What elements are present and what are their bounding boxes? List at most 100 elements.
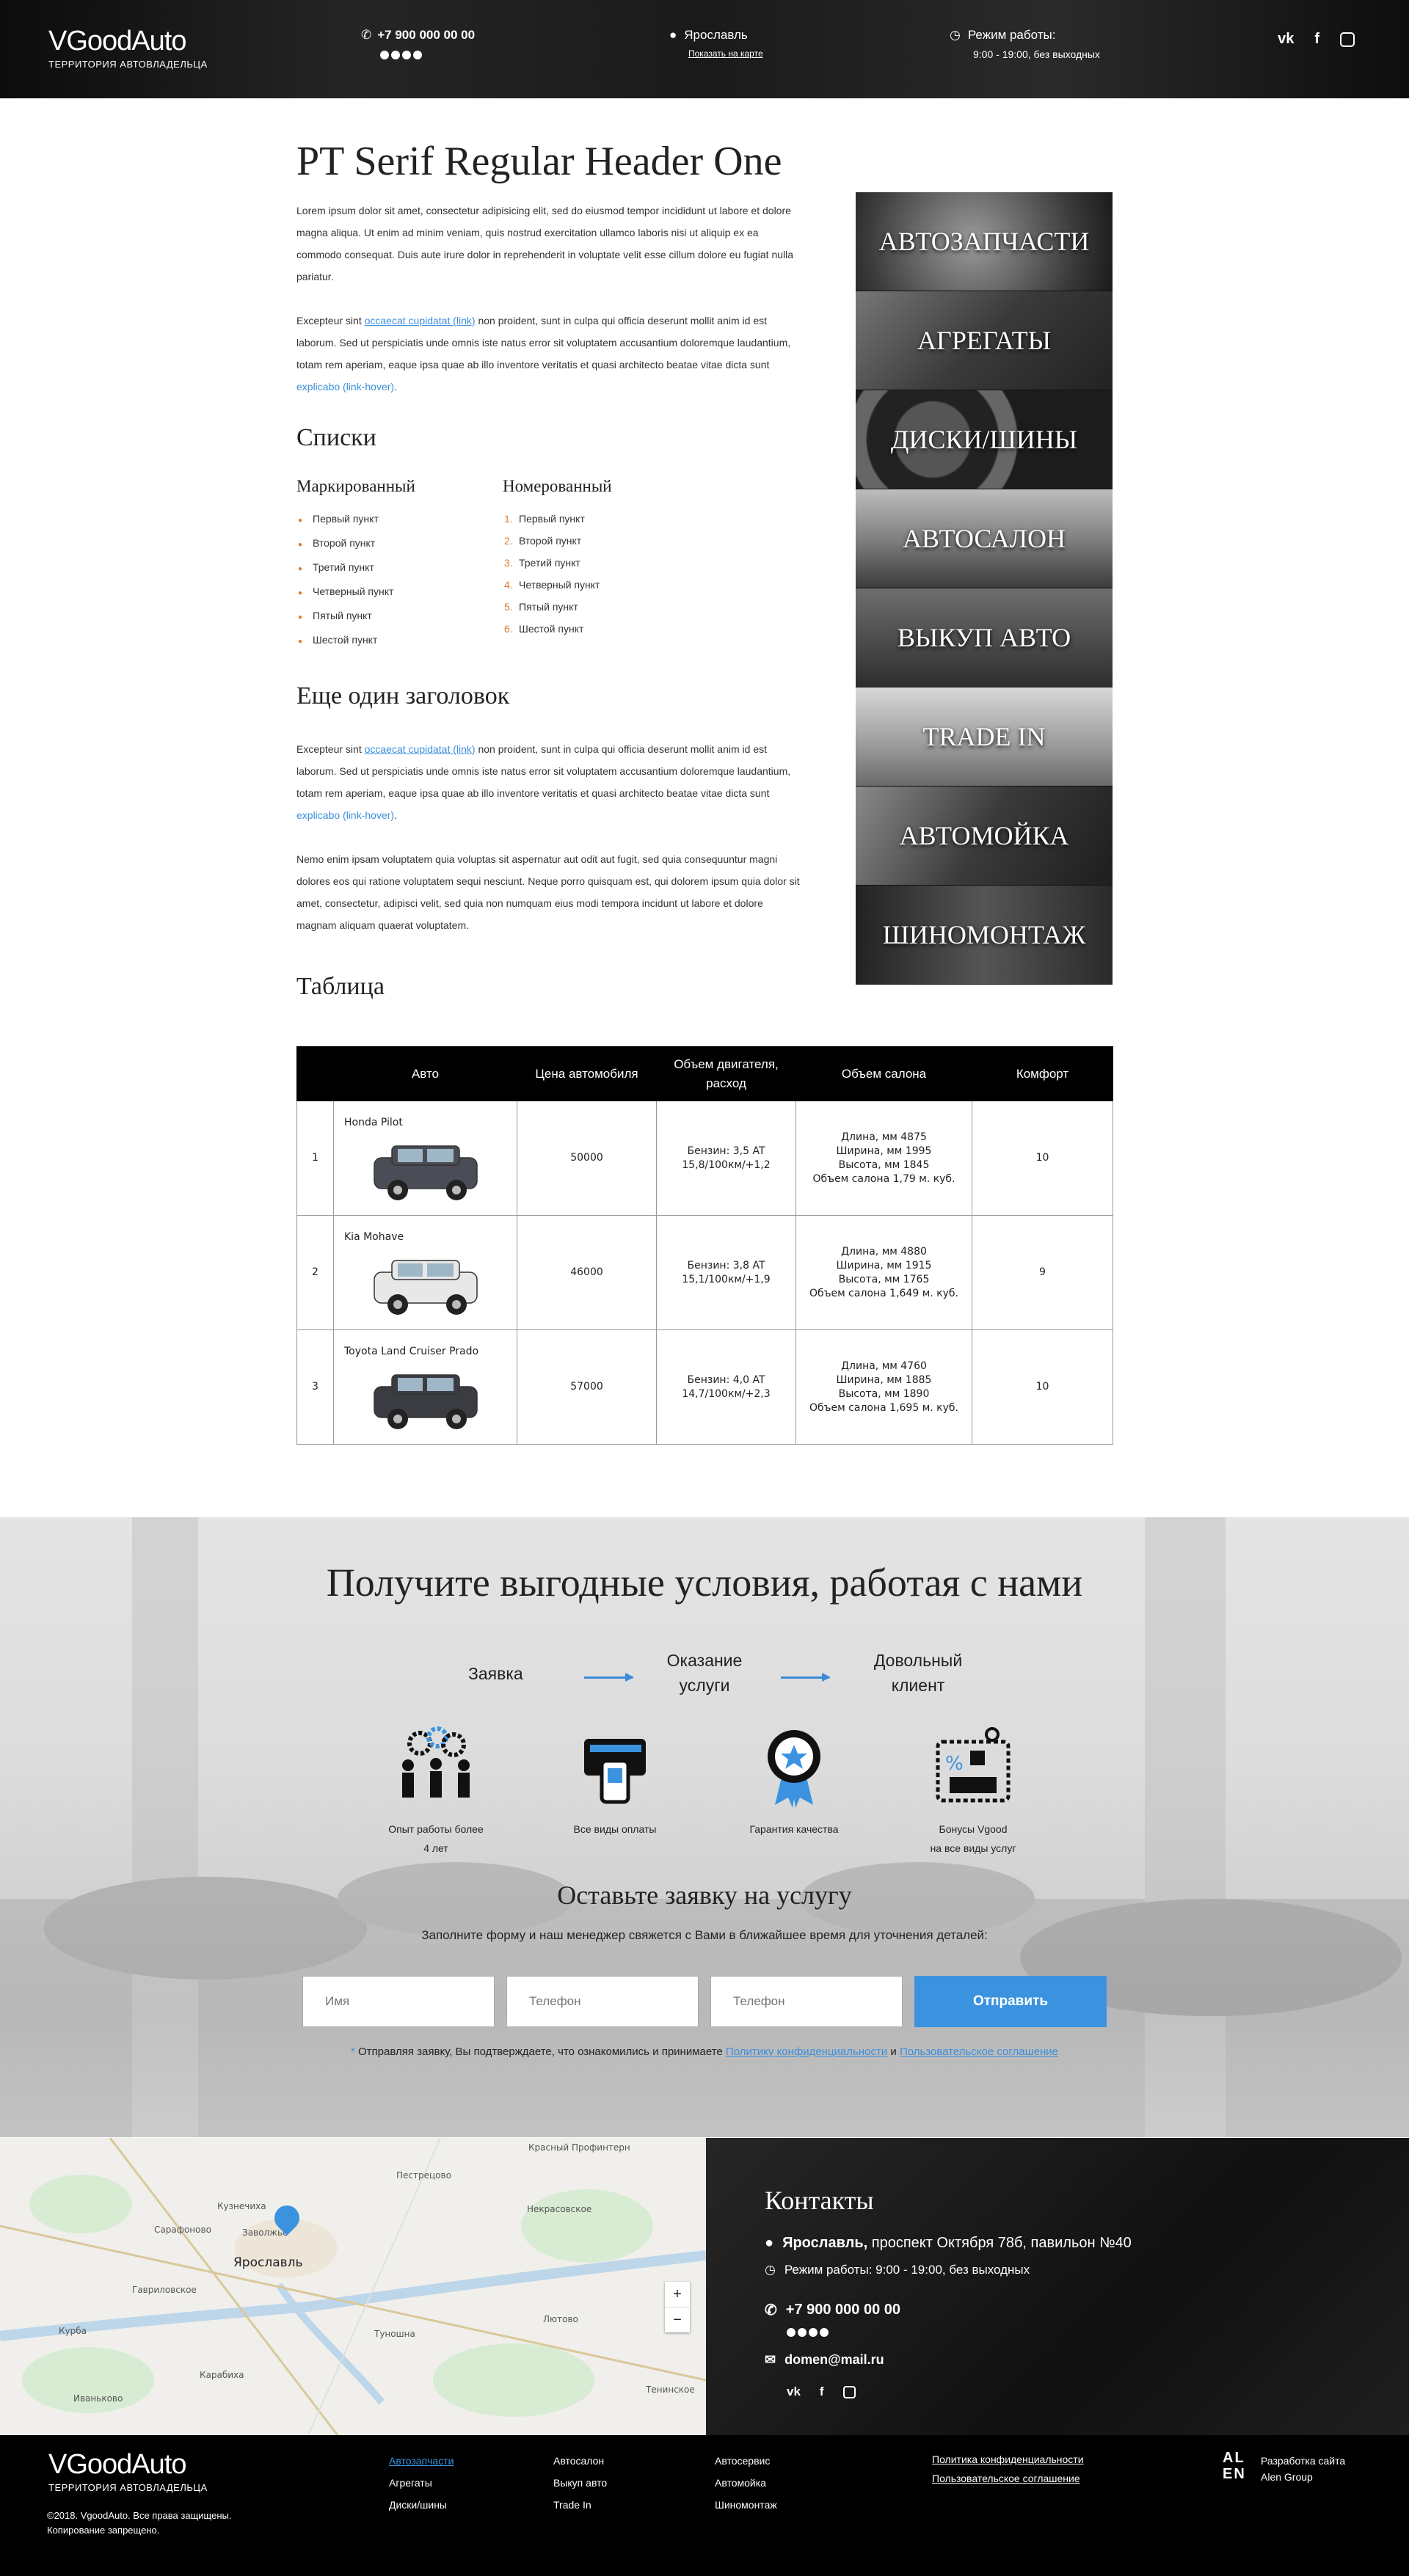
- list-item: ● Первый пункт: [298, 513, 379, 525]
- category-tire-service[interactable]: ШИНОМОНТАЖ: [856, 886, 1113, 985]
- price-cell: 46000: [517, 1215, 657, 1330]
- inline-link[interactable]: occaecat cupidatat (link): [365, 315, 476, 326]
- footer-link[interactable]: Автомойка: [715, 2472, 777, 2494]
- contacts-email-row: ✉ domen@mail.ru: [765, 2352, 884, 2368]
- category-aggregates[interactable]: АГРЕГАТЫ: [856, 291, 1113, 390]
- category-label: TRADE IN: [922, 722, 1046, 751]
- list-item: ● Пятый пункт: [298, 610, 372, 621]
- car-image: [373, 1374, 478, 1429]
- contacts-email[interactable]: domen@mail.ru: [784, 2352, 884, 2368]
- zoom-out-button[interactable]: −: [665, 2307, 690, 2332]
- phone-input-2[interactable]: [710, 1976, 903, 2027]
- second-heading: Еще один заголовок: [296, 682, 510, 709]
- feature-label: Бонусы Vgood: [939, 1823, 1008, 1835]
- user-agreement-link[interactable]: Пользовательское соглашение: [932, 2473, 1080, 2484]
- zoom-in-button[interactable]: +: [665, 2282, 690, 2307]
- skype-icon[interactable]: [413, 51, 422, 59]
- category-showroom[interactable]: АВТОСАЛОН: [856, 489, 1113, 588]
- feature-label: 4 лет: [423, 1842, 448, 1854]
- category-wheels-tires[interactable]: ДИСКИ/ШИНЫ: [856, 390, 1113, 489]
- site-header: VGoodAuto ТЕРРИТОРИЯ АВТОВЛАДЕЛЬЦА ✆ +7 …: [0, 0, 1409, 98]
- submit-button[interactable]: Отправить: [914, 1976, 1107, 2027]
- footer-link[interactable]: Шиномонтаж: [715, 2494, 777, 2516]
- category-car-wash[interactable]: АВТОМОЙКА: [856, 787, 1113, 886]
- privacy-policy-link[interactable]: Политику конфиденциальности: [726, 2046, 887, 2058]
- user-agreement-link[interactable]: Пользовательское соглашение: [900, 2046, 1058, 2058]
- form-subtitle: Заполните форму и наш менеджер свяжется …: [421, 1928, 988, 1942]
- skype-icon[interactable]: [820, 2328, 829, 2337]
- vk-icon[interactable]: vk: [787, 2385, 801, 2399]
- location-pin-icon: ●: [669, 28, 677, 42]
- category-label: ДИСКИ/ШИНЫ: [890, 425, 1078, 454]
- engine-cell: Бензин: 3,5 AT 15,8/100км/+1,2: [656, 1101, 796, 1216]
- comfort-cell: 10: [972, 1329, 1113, 1445]
- footer-link[interactable]: Диски/шины: [389, 2494, 454, 2516]
- bulleted-list-title: Маркированный: [296, 477, 415, 495]
- category-menu: АВТОЗАПЧАСТИ АГРЕГАТЫ ДИСКИ/ШИНЫ АВТОСАЛ…: [856, 192, 1113, 985]
- list-item: ● Шестой пункт: [298, 634, 378, 646]
- developer-line: Разработка сайта: [1261, 2455, 1346, 2467]
- list-item: ● Второй пункт: [298, 537, 376, 549]
- list-item: ● Четверный пункт: [298, 585, 394, 597]
- contacts-phone[interactable]: +7 900 000 00 00: [786, 2302, 900, 2318]
- map-label: Туношна: [374, 2329, 415, 2339]
- category-car-buyout[interactable]: ВЫКУП АВТО: [856, 588, 1113, 687]
- footer-link[interactable]: Автозапчасти: [389, 2455, 454, 2467]
- footer-link[interactable]: Агрегаты: [389, 2472, 454, 2494]
- footer-logo[interactable]: VGoodAuto ТЕРРИТОРИЯ АВТОВЛАДЕЛЬЦА: [48, 2450, 208, 2493]
- col-header: [296, 1046, 334, 1101]
- lists-heading: Списки: [296, 424, 376, 451]
- phone-input[interactable]: [506, 1976, 699, 2027]
- car-name: Kia Mohave: [344, 1231, 404, 1243]
- engine-cell: Бензин: 3,8 AT 15,1/100км/+1,9: [656, 1215, 796, 1330]
- show-on-map-link[interactable]: Показать на карте: [688, 48, 763, 59]
- inline-link-hover[interactable]: explicabo (link-hover): [296, 381, 394, 393]
- vk-icon[interactable]: vk: [1278, 31, 1294, 48]
- name-input[interactable]: [302, 1976, 495, 2027]
- map[interactable]: Ярославль Кузнечиха Некрасовское Пестрецово…: [0, 2138, 706, 2435]
- privacy-policy-link[interactable]: Политика конфиденциальности: [932, 2453, 1084, 2465]
- instagram-icon[interactable]: [842, 2386, 856, 2398]
- copyright-line: ©2018. VgoodAuto. Все права защищены.: [47, 2510, 232, 2521]
- header-social: vk f: [1278, 31, 1355, 48]
- instagram-icon[interactable]: [1340, 32, 1355, 47]
- copyright: ©2018. VgoodAuto. Все права защищены. Ко…: [47, 2509, 231, 2538]
- telegram-icon[interactable]: [809, 2328, 818, 2337]
- list-item: ● Третий пункт: [298, 561, 374, 573]
- col-header: Объем двигателя, расход: [656, 1046, 796, 1101]
- viber-icon[interactable]: [391, 51, 400, 59]
- svg-text:%: %: [945, 1753, 964, 1775]
- footer-link[interactable]: Выкуп авто: [553, 2472, 607, 2494]
- logo-text: VGoodAuto: [48, 2449, 186, 2480]
- header-address-block: ● Ярославль Показать на карте: [669, 28, 763, 59]
- comfort-cell: 9: [972, 1215, 1113, 1330]
- logo[interactable]: VGoodAuto ТЕРРИТОРИЯ АВТОВЛАДЕЛЬЦА: [48, 26, 208, 70]
- footer-link[interactable]: Автосалон: [553, 2450, 607, 2472]
- telegram-icon[interactable]: [402, 51, 411, 59]
- consent-text: и: [887, 2046, 900, 2058]
- site-footer: VGoodAuto ТЕРРИТОРИЯ АВТОВЛАДЕЛЬЦА ©2018…: [0, 2435, 1409, 2576]
- map-label: Тенинское: [646, 2385, 695, 2395]
- contacts-hours: Режим работы: 9:00 - 19:00, без выходных: [784, 2263, 1030, 2277]
- alen-logo[interactable]: AL EN: [1223, 2450, 1252, 2482]
- facebook-icon[interactable]: f: [820, 2385, 824, 2399]
- inline-link[interactable]: occaecat cupidatat (link): [365, 743, 476, 755]
- cta-title: Получите выгодные условия, работая с нам…: [326, 1561, 1083, 1605]
- footer-link[interactable]: Автосервис: [715, 2450, 777, 2472]
- whatsapp-icon[interactable]: [380, 51, 389, 59]
- category-trade-in[interactable]: TRADE IN: [856, 687, 1113, 787]
- inline-link-hover[interactable]: explicabo (link-hover): [296, 809, 394, 821]
- footer-col-3: Автосервис Автомойка Шиномонтаж: [715, 2450, 777, 2516]
- comfort-cell: 10: [972, 1101, 1113, 1216]
- table-header-row: Авто Цена автомобиля Объем двигателя, ра…: [296, 1046, 1113, 1101]
- viber-icon[interactable]: [798, 2328, 807, 2337]
- list-item: 2. Второй пункт: [504, 535, 582, 547]
- developer-line[interactable]: Alen Group: [1261, 2469, 1345, 2485]
- header-phone[interactable]: +7 900 000 00 00: [377, 28, 475, 43]
- phone-icon: ✆: [765, 2302, 777, 2318]
- whatsapp-icon[interactable]: [787, 2328, 795, 2337]
- category-autoparts[interactable]: АВТОЗАПЧАСТИ: [856, 192, 1113, 291]
- col-header: Комфорт: [972, 1046, 1113, 1101]
- facebook-icon[interactable]: f: [1314, 31, 1319, 48]
- footer-link[interactable]: Trade In: [553, 2494, 607, 2516]
